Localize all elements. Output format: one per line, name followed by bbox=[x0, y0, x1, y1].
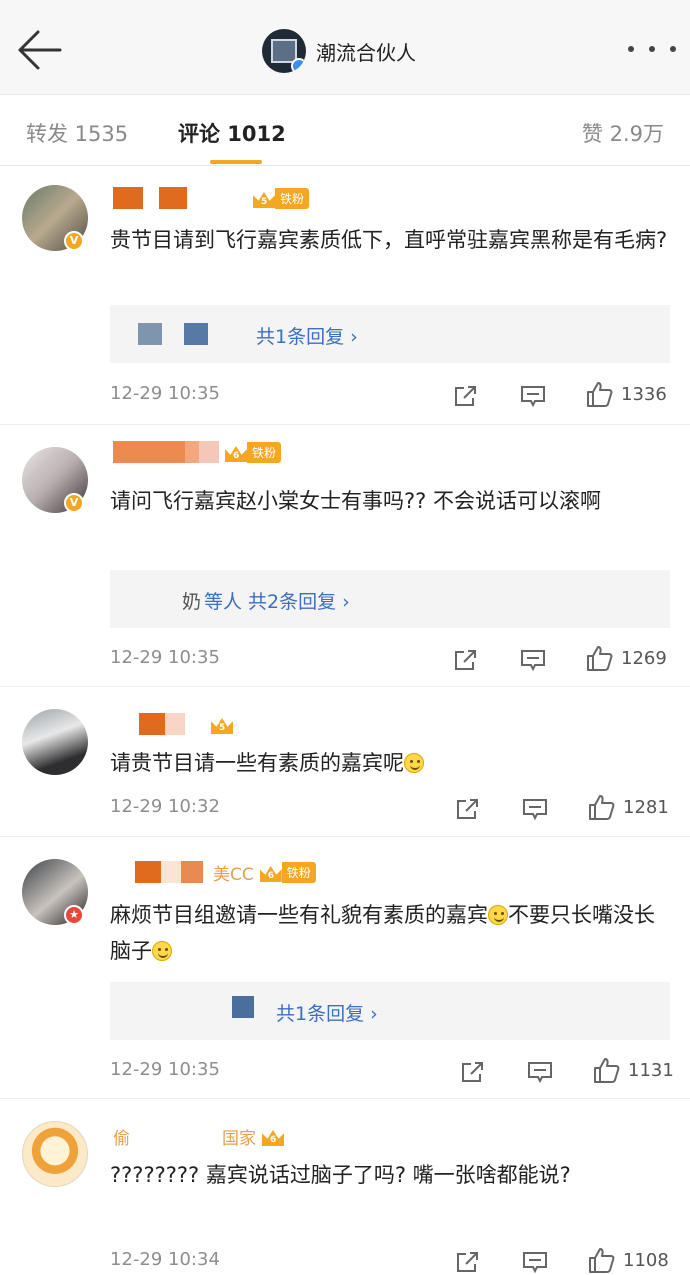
like-button[interactable]: 1281 bbox=[587, 793, 669, 821]
comment-time: 12-29 10:35 bbox=[110, 1059, 220, 1080]
replies-preview[interactable]: 共1条回复 › bbox=[110, 305, 670, 363]
share-icon[interactable] bbox=[453, 384, 479, 408]
account-header[interactable]: 潮流合伙人 bbox=[262, 28, 416, 74]
comment-icon[interactable] bbox=[520, 384, 546, 408]
username-fragment[interactable]: 偷 bbox=[113, 1124, 130, 1149]
like-count: 1336 bbox=[621, 383, 667, 405]
like-button[interactable]: 1108 bbox=[587, 1246, 669, 1274]
thumbs-up-icon bbox=[587, 382, 613, 407]
username-fragment[interactable]: 美CC bbox=[213, 860, 254, 885]
tab-comments[interactable]: 评论 1012 bbox=[178, 118, 286, 148]
comment-icon[interactable] bbox=[522, 1250, 548, 1274]
comment-text: 请贵节目请一些有素质的嘉宾呢 bbox=[110, 745, 670, 781]
share-icon[interactable] bbox=[455, 1250, 481, 1274]
replies-user-fragment[interactable]: 奶 bbox=[182, 587, 201, 614]
verified-v-icon: V bbox=[64, 493, 84, 513]
crown-level-icon: 6 bbox=[262, 1125, 286, 1147]
fan-badge: 6 铁粉 bbox=[259, 860, 316, 884]
comment-icon[interactable] bbox=[527, 1060, 553, 1084]
comment-icon[interactable] bbox=[522, 797, 548, 821]
replies-preview[interactable]: 共1条回复 › bbox=[110, 982, 670, 1040]
comment-time: 12-29 10:35 bbox=[110, 647, 220, 668]
comment-item: V 6 铁粉 请问飞行嘉宾赵小棠女士有事吗?? 不会说话可以滚啊 奶 等人 共2… bbox=[0, 425, 690, 687]
comment-meta: 12-29 10:35 1269 bbox=[110, 644, 670, 674]
tab-bar: 转发 1535 评论 1012 赞 2.9万 bbox=[0, 96, 690, 166]
comment-meta: 12-29 10:35 1336 bbox=[110, 380, 670, 410]
replies-link[interactable]: 共1条回复 › bbox=[256, 322, 358, 349]
crown-level-icon: 5 bbox=[253, 187, 277, 209]
member-badge-icon: ★ bbox=[64, 905, 84, 925]
like-count: 1108 bbox=[623, 1249, 669, 1271]
like-button[interactable]: 1269 bbox=[585, 644, 667, 672]
comment-time: 12-29 10:32 bbox=[110, 796, 220, 817]
like-count: 1281 bbox=[623, 796, 669, 818]
fan-badge: 5 铁粉 bbox=[253, 186, 310, 210]
replies-link[interactable]: 共1条回复 › bbox=[276, 999, 378, 1026]
arrow-left-icon[interactable] bbox=[14, 28, 64, 72]
username-blurred[interactable]: 5 铁粉 bbox=[113, 185, 310, 211]
username-blurred[interactable]: 6 铁粉 bbox=[113, 439, 282, 465]
crown-level-icon: 5 bbox=[211, 713, 235, 735]
avatar[interactable] bbox=[22, 709, 88, 775]
username-blurred[interactable]: 偷 国家 6 bbox=[113, 1123, 286, 1149]
comment-text: 请问飞行嘉宾赵小棠女士有事吗?? 不会说话可以滚啊 bbox=[110, 489, 601, 513]
smile-emoji-icon bbox=[152, 941, 172, 961]
like-count: 1131 bbox=[628, 1059, 674, 1081]
comment-text: 贵节目请到飞行嘉宾素质低下，直呼常驻嘉宾黑称是有毛病? bbox=[110, 228, 668, 252]
more-dots-icon[interactable] bbox=[628, 46, 676, 56]
comment-item: 偷 国家 6 ???????? 嘉宾说话过脑子了吗? 嘴一张啥都能说? 12-2… bbox=[0, 1099, 690, 1275]
thumbs-up-icon bbox=[587, 646, 613, 671]
share-icon[interactable] bbox=[460, 1060, 486, 1084]
replies-preview[interactable]: 奶 等人 共2条回复 › bbox=[110, 570, 670, 628]
comment-time: 12-29 10:35 bbox=[110, 383, 220, 404]
account-avatar[interactable] bbox=[262, 29, 306, 73]
share-icon[interactable] bbox=[455, 797, 481, 821]
comment-item: 5 请贵节目请一些有素质的嘉宾呢 12-29 10:32 1281 bbox=[0, 687, 690, 837]
like-button[interactable]: 1131 bbox=[592, 1056, 674, 1084]
tab-repost[interactable]: 转发 1535 bbox=[26, 118, 128, 148]
thumbs-up-icon bbox=[589, 795, 615, 820]
comment-text: 麻烦节目组邀请一些有礼貌有素质的嘉宾 不要只长嘴没长脑子 bbox=[110, 903, 655, 963]
username-blurred[interactable]: 美CC 6 铁粉 bbox=[113, 859, 316, 885]
like-button[interactable]: 1336 bbox=[585, 380, 667, 408]
fan-badge: 5 bbox=[211, 712, 235, 736]
comment-meta: 12-29 10:35 1131 bbox=[110, 1056, 674, 1086]
account-name[interactable]: 潮流合伙人 bbox=[316, 37, 416, 66]
comment-time: 12-29 10:34 bbox=[110, 1249, 220, 1270]
tab-likes[interactable]: 赞 2.9万 bbox=[582, 118, 664, 148]
verified-v-icon: V bbox=[64, 231, 84, 251]
top-nav-bar: 潮流合伙人 bbox=[0, 0, 690, 95]
comment-item: V 5 铁粉 贵节目请到飞行嘉宾素质低下，直呼常驻嘉宾黑称是有毛病? 共1条回复… bbox=[0, 167, 690, 425]
comment-meta: 12-29 10:32 1281 bbox=[110, 793, 670, 823]
comment-meta: 12-29 10:34 1108 bbox=[110, 1246, 670, 1275]
fan-badge: 6 铁粉 bbox=[225, 440, 282, 464]
smile-emoji-icon bbox=[488, 905, 508, 925]
crown-level-icon: 6 bbox=[225, 441, 249, 463]
username-blurred[interactable]: 5 bbox=[113, 711, 235, 737]
thumbs-up-icon bbox=[589, 1248, 615, 1273]
like-count: 1269 bbox=[621, 647, 667, 669]
comment-icon[interactable] bbox=[520, 648, 546, 672]
crown-level-icon: 6 bbox=[259, 861, 284, 883]
username-fragment[interactable]: 国家 bbox=[222, 1124, 256, 1149]
smile-emoji-icon bbox=[404, 753, 424, 773]
verified-badge-icon bbox=[291, 58, 306, 73]
share-icon[interactable] bbox=[453, 648, 479, 672]
comment-text: ???????? 嘉宾说话过脑子了吗? 嘴一张啥都能说? bbox=[110, 1163, 571, 1187]
comment-item: ★ 美CC 6 铁粉 麻烦节目组邀请一些有礼貌有素质的嘉宾 不要只长嘴没长脑子 共… bbox=[0, 837, 690, 1099]
replies-link[interactable]: 等人 共2条回复 › bbox=[204, 587, 350, 614]
active-tab-indicator bbox=[210, 160, 262, 164]
avatar[interactable] bbox=[22, 1121, 88, 1187]
fan-badge: 6 bbox=[262, 1124, 286, 1148]
thumbs-up-icon bbox=[594, 1058, 620, 1083]
